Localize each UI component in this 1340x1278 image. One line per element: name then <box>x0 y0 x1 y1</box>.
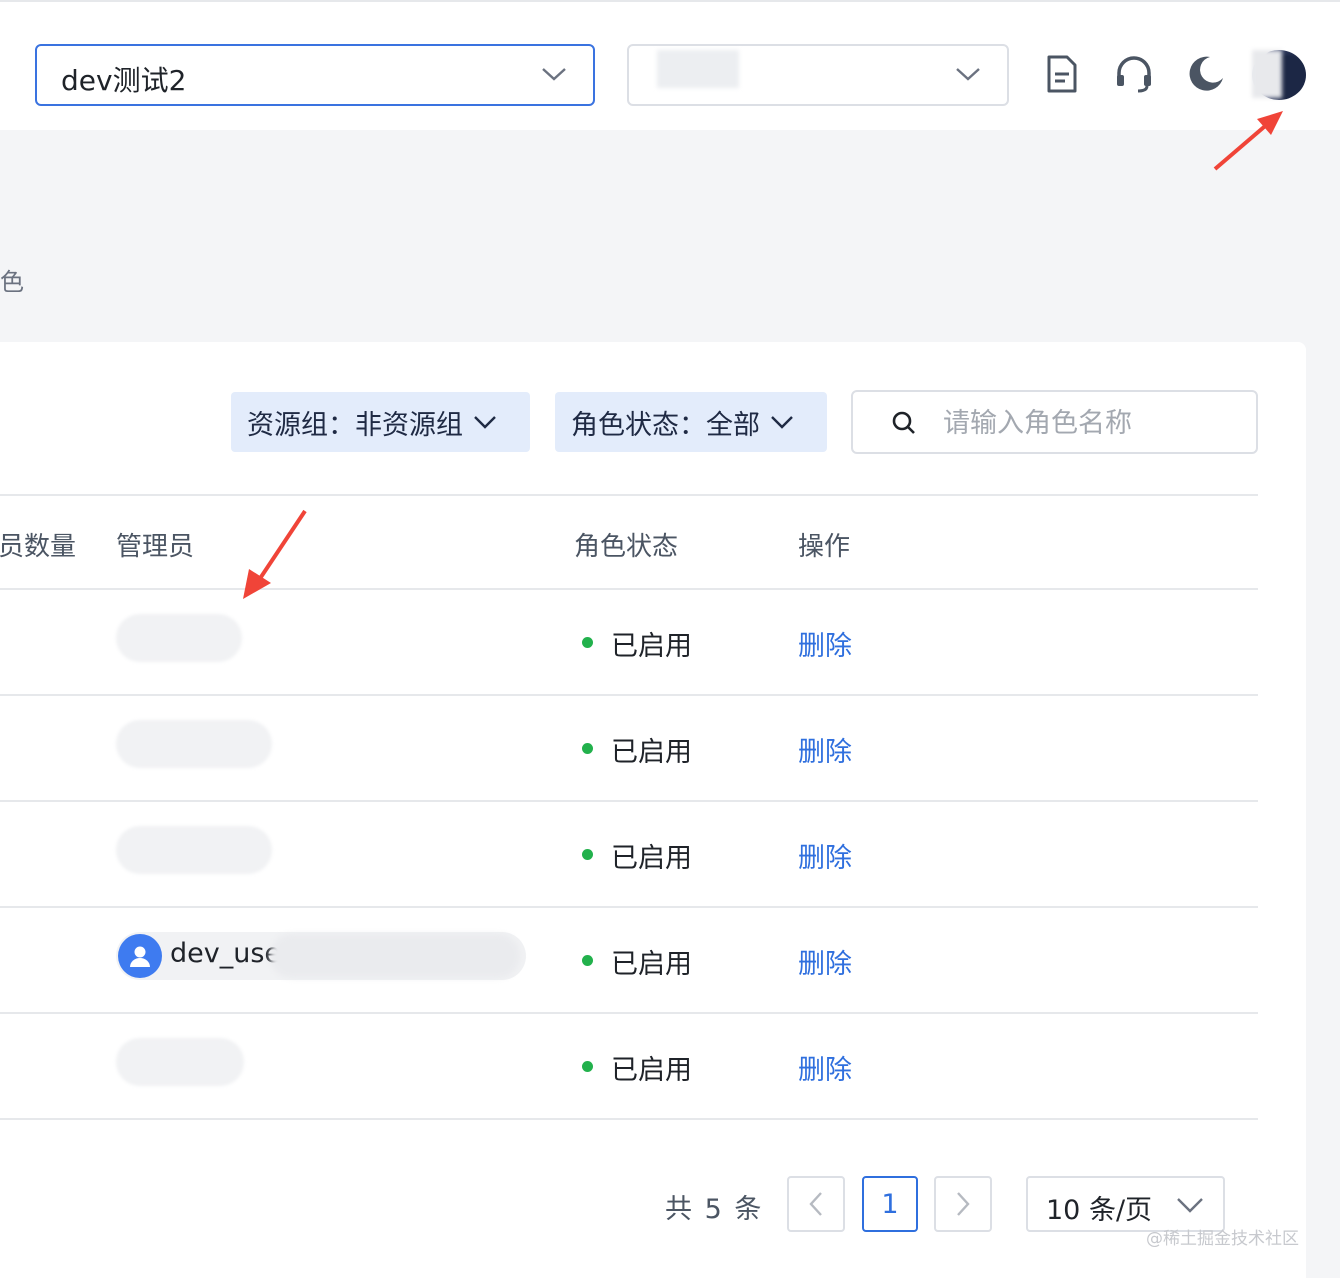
environment-select[interactable] <box>627 44 1009 106</box>
column-header-admin: 管理员 <box>116 532 195 562</box>
delete-link[interactable]: 删除 <box>798 730 852 769</box>
status-enabled-dot <box>582 955 593 966</box>
table-row: dev_use 已启用 删除 <box>0 908 1258 1012</box>
status-enabled-dot <box>582 1061 593 1072</box>
chevron-down-icon <box>1177 1198 1203 1213</box>
next-page-button[interactable] <box>934 1176 992 1232</box>
user-avatar-icon <box>118 934 162 978</box>
role-status: 已启用 <box>611 737 692 768</box>
admin-name: dev_use <box>170 938 282 969</box>
resource-group-filter-label: 资源组：非资源组 <box>247 409 463 441</box>
delete-link[interactable]: 删除 <box>798 624 852 663</box>
redacted-avatar <box>1252 50 1282 98</box>
redacted-value <box>657 50 739 88</box>
delete-link[interactable]: 删除 <box>798 942 852 981</box>
table-bottom-divider <box>0 1118 1258 1120</box>
role-search[interactable] <box>851 390 1258 454</box>
previous-page-button[interactable] <box>787 1176 845 1232</box>
document-icon[interactable] <box>1042 54 1082 94</box>
delete-link[interactable]: 删除 <box>798 836 852 875</box>
column-header-actions: 操作 <box>798 532 851 562</box>
admin-chip-redacted <box>116 720 272 768</box>
role-list-card: 资源组：非资源组 角色状态：全部 员数量 管理员 角色状态 操作 已启用 删除 … <box>0 342 1306 1278</box>
table-row: 已启用 删除 <box>0 1014 1258 1118</box>
project-select-value: dev测试2 <box>61 64 187 97</box>
table-top-divider <box>0 494 1258 496</box>
admin-chip: dev_use <box>116 932 526 980</box>
project-select[interactable]: dev测试2 <box>35 44 595 106</box>
role-status-filter[interactable]: 角色状态：全部 <box>555 392 827 452</box>
page-title-fragment: 色 <box>0 268 24 296</box>
role-status: 已启用 <box>611 949 692 980</box>
moon-icon[interactable] <box>1186 54 1226 94</box>
admin-chip-redacted <box>116 614 242 662</box>
table-row: 已启用 删除 <box>0 802 1258 906</box>
chevron-down-icon <box>542 68 566 81</box>
admin-chip-redacted <box>116 1038 244 1086</box>
resource-group-filter[interactable]: 资源组：非资源组 <box>231 392 530 452</box>
pagination-total: 共 5 条 <box>665 1194 764 1225</box>
role-status: 已启用 <box>611 843 692 874</box>
page-size-value: 10 条/页 <box>1046 1195 1153 1226</box>
column-header-role-status: 角色状态 <box>574 532 679 562</box>
status-enabled-dot <box>582 849 593 860</box>
chevron-down-icon <box>474 416 496 429</box>
table-row: 已启用 删除 <box>0 590 1258 694</box>
chevron-right-icon <box>957 1192 970 1216</box>
chevron-down-icon <box>771 416 793 429</box>
delete-link[interactable]: 删除 <box>798 1048 852 1087</box>
role-status: 已启用 <box>611 631 692 662</box>
search-icon <box>892 411 915 434</box>
search-input[interactable] <box>941 402 1245 444</box>
annotation-arrow <box>1213 111 1283 171</box>
table-row: 已启用 删除 <box>0 696 1258 800</box>
current-page-number: 1 <box>881 1188 899 1220</box>
role-status: 已启用 <box>611 1055 692 1086</box>
person-icon <box>130 946 150 967</box>
column-header-member-count: 员数量 <box>0 532 77 562</box>
redacted-text <box>270 934 520 978</box>
top-bar: dev测试2 <box>0 0 1340 130</box>
headset-icon[interactable] <box>1114 54 1154 94</box>
user-avatar[interactable] <box>1252 50 1306 100</box>
watermark: @稀土掘金技术社区 <box>1146 1229 1299 1249</box>
page-1-button[interactable]: 1 <box>862 1176 918 1232</box>
status-enabled-dot <box>582 637 593 648</box>
chevron-left-icon <box>809 1192 822 1216</box>
status-enabled-dot <box>582 743 593 754</box>
admin-chip-redacted <box>116 826 272 874</box>
role-status-filter-label: 角色状态：全部 <box>571 409 760 441</box>
annotation-arrow <box>243 509 307 599</box>
chevron-down-icon <box>956 68 980 81</box>
